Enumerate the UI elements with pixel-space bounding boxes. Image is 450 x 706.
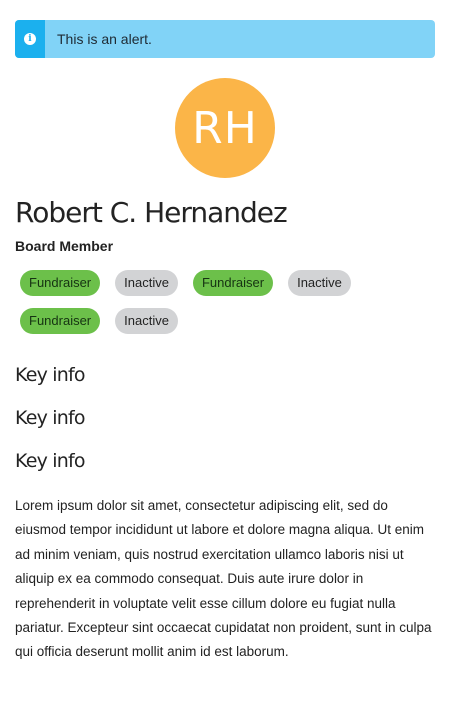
info-icon: i	[24, 33, 36, 45]
alert-text: This is an alert.	[57, 31, 152, 47]
profile-role: Board Member	[15, 238, 114, 254]
profile-name: Robert C. Hernandez	[15, 196, 288, 229]
avatar-initials: RH	[192, 102, 258, 154]
tag-fundraiser: Fundraiser	[192, 270, 274, 296]
tag-inactive: Inactive	[115, 308, 178, 334]
body-paragraph: Lorem ipsum dolor sit amet, consectetur …	[15, 498, 432, 660]
section-heading-key-info: Key info	[15, 407, 86, 429]
avatar: RH	[175, 78, 275, 178]
section-heading-key-info: Key info	[15, 364, 86, 386]
tag-list: Fundraiser Inactive Fundraiser Inactive …	[20, 270, 420, 334]
tag-inactive: Inactive	[115, 270, 178, 296]
alert-banner: i This is an alert.	[15, 20, 435, 58]
section-heading-key-info: Key info	[15, 450, 86, 472]
alert-icon-container: i	[15, 20, 45, 58]
tag-fundraiser: Fundraiser	[20, 270, 101, 296]
tag-fundraiser: Fundraiser	[20, 308, 101, 334]
tag-inactive: Inactive	[288, 270, 351, 296]
